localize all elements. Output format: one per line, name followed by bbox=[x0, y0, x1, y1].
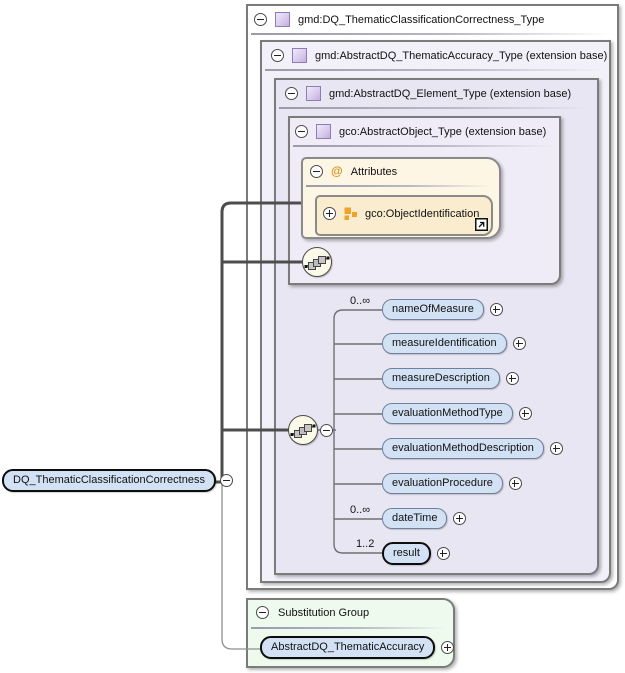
element-pill-dateTime[interactable]: dateTime bbox=[382, 508, 447, 529]
header-divider bbox=[251, 627, 446, 629]
main-element-row: DQ_ThematicClassificationCorrectness bbox=[2, 469, 233, 492]
element-pill-evaluationProcedure[interactable]: evaluationProcedure bbox=[382, 473, 503, 494]
substitution-group-header: Substitution Group bbox=[278, 607, 369, 619]
main-element-pill[interactable]: DQ_ThematicClassificationCorrectness bbox=[2, 469, 216, 492]
substitution-member-row: AbstractDQ_ThematicAccuracy bbox=[260, 636, 454, 659]
attributes-icon: @ bbox=[331, 165, 343, 178]
collapse-icon[interactable] bbox=[256, 606, 269, 619]
sequence-icon bbox=[288, 415, 318, 445]
expand-icon[interactable] bbox=[453, 512, 466, 525]
type-label: gmd:AbstractDQ_Element_Type (extension b… bbox=[329, 88, 571, 100]
collapse-icon[interactable] bbox=[295, 125, 308, 138]
attribute-group-box: gco:ObjectIdentification bbox=[315, 195, 493, 236]
header-divider bbox=[251, 33, 610, 35]
element-row-dateTime: dateTime bbox=[382, 508, 466, 529]
element-row-evaluationProcedure: evaluationProcedure bbox=[382, 473, 522, 494]
schema-diagram: gmd:DQ_ThematicClassificationCorrectness… bbox=[0, 0, 625, 673]
element-pill-nameOfMeasure[interactable]: nameOfMeasure bbox=[382, 299, 484, 320]
expand-icon[interactable] bbox=[437, 547, 450, 560]
element-row-measureIdentification: measureIdentification bbox=[382, 333, 526, 354]
expand-icon[interactable] bbox=[506, 372, 519, 385]
expand-icon[interactable] bbox=[323, 207, 336, 220]
complex-type-icon bbox=[292, 48, 307, 63]
attributes-box: @ Attributes gco:ObjectIdentification bbox=[301, 157, 501, 239]
complex-type-icon bbox=[316, 124, 331, 139]
complex-type-icon bbox=[275, 12, 290, 27]
element-pill-evaluationMethodDescription[interactable]: evaluationMethodDescription bbox=[382, 438, 544, 459]
type-label: gmd:AbstractDQ_ThematicAccuracy_Type (ex… bbox=[315, 50, 607, 62]
substitution-member-pill[interactable]: AbstractDQ_ThematicAccuracy bbox=[260, 636, 435, 659]
collapse-icon[interactable] bbox=[320, 424, 333, 437]
expand-icon[interactable] bbox=[519, 407, 532, 420]
element-row-evaluationMethodDescription: evaluationMethodDescription bbox=[382, 438, 563, 459]
sequence-icon bbox=[302, 247, 332, 277]
jump-to-definition-icon[interactable] bbox=[475, 218, 488, 231]
collapse-icon[interactable] bbox=[285, 87, 298, 100]
attribute-group-label: gco:ObjectIdentification bbox=[365, 208, 479, 220]
header-divider bbox=[265, 69, 602, 71]
element-row-result: result bbox=[382, 542, 450, 565]
cardinality-label: 0..∞ bbox=[350, 504, 370, 516]
expand-icon[interactable] bbox=[490, 303, 503, 316]
element-pill-evaluationMethodType[interactable]: evaluationMethodType bbox=[382, 403, 513, 424]
complex-type-icon bbox=[306, 86, 321, 101]
collapse-icon[interactable] bbox=[310, 165, 323, 178]
collapse-icon[interactable] bbox=[254, 13, 267, 26]
header-divider bbox=[306, 185, 492, 187]
type-label: gco:AbstractObject_Type (extension base) bbox=[339, 126, 546, 138]
collapse-icon[interactable] bbox=[271, 49, 284, 62]
cardinality-label: 1..2 bbox=[356, 538, 374, 550]
expand-icon[interactable] bbox=[550, 442, 563, 455]
cardinality-label: 0..∞ bbox=[350, 295, 370, 307]
expand-icon[interactable] bbox=[441, 641, 454, 654]
element-pill-measureDescription[interactable]: measureDescription bbox=[382, 368, 500, 389]
element-row-nameOfMeasure: nameOfMeasure bbox=[382, 299, 503, 320]
element-pill-measureIdentification[interactable]: measureIdentification bbox=[382, 333, 507, 354]
element-pill-result[interactable]: result bbox=[382, 542, 431, 565]
attributes-header: Attributes bbox=[351, 166, 397, 178]
header-divider bbox=[279, 107, 590, 109]
element-row-measureDescription: measureDescription bbox=[382, 368, 519, 389]
header-divider bbox=[293, 145, 552, 147]
element-row-evaluationMethodType: evaluationMethodType bbox=[382, 403, 532, 424]
attribute-group-icon bbox=[344, 207, 357, 220]
expand-icon[interactable] bbox=[509, 477, 522, 490]
expand-icon[interactable] bbox=[513, 337, 526, 350]
collapse-icon[interactable] bbox=[220, 474, 233, 487]
type-label: gmd:DQ_ThematicClassificationCorrectness… bbox=[298, 14, 544, 26]
